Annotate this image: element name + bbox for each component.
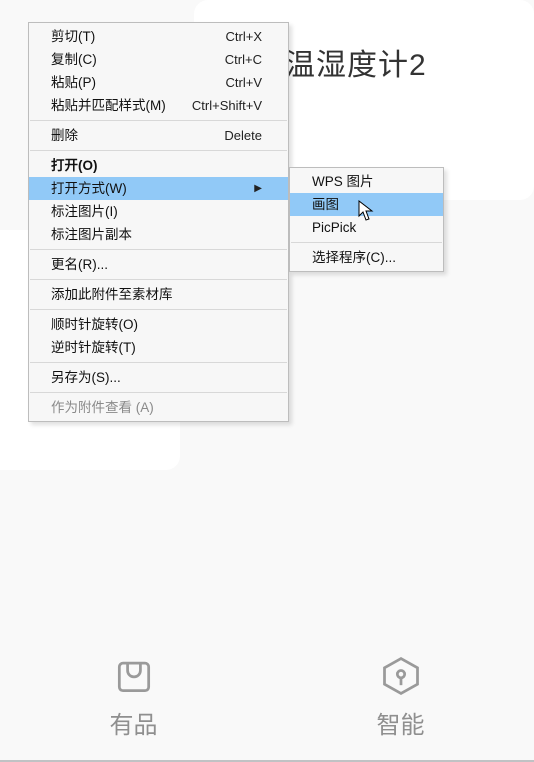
bag-icon: [112, 654, 156, 701]
menu-copy[interactable]: 复制(C) Ctrl+C: [29, 48, 288, 71]
menu-open-with[interactable]: 打开方式(W) ▶: [29, 177, 288, 200]
menu-separator: [30, 120, 287, 121]
menu-add-to-library[interactable]: 添加此附件至素材库: [29, 283, 288, 306]
menu-view-as-attachment: 作为附件查看 (A): [29, 396, 288, 419]
nav-item-zhineng[interactable]: 智能: [377, 654, 425, 740]
shortcut: Delete: [224, 127, 262, 144]
bottom-nav: 有品 智能: [0, 654, 534, 740]
device-title: 温湿度计2: [285, 40, 427, 84]
shortcut: Ctrl+Shift+V: [192, 97, 262, 114]
menu-separator: [30, 279, 287, 280]
menu-paste-match-style[interactable]: 粘贴并匹配样式(M) Ctrl+Shift+V: [29, 94, 288, 117]
menu-rotate-cw[interactable]: 顺时针旋转(O): [29, 313, 288, 336]
menu-save-as[interactable]: 另存为(S)...: [29, 366, 288, 389]
nav-label-youpin: 有品: [110, 705, 158, 740]
menu-rotate-ccw[interactable]: 逆时针旋转(T): [29, 336, 288, 359]
menu-annotate-image[interactable]: 标注图片(I): [29, 200, 288, 223]
menu-annotate-copy[interactable]: 标注图片副本: [29, 223, 288, 246]
context-menu[interactable]: 剪切(T) Ctrl+X 复制(C) Ctrl+C 粘贴(P) Ctrl+V 粘…: [28, 22, 289, 422]
menu-separator: [30, 362, 287, 363]
menu-delete[interactable]: 删除 Delete: [29, 124, 288, 147]
menu-separator: [30, 392, 287, 393]
menu-separator: [30, 150, 287, 151]
menu-rename[interactable]: 更名(R)...: [29, 253, 288, 276]
menu-paste[interactable]: 粘贴(P) Ctrl+V: [29, 71, 288, 94]
shortcut: Ctrl+V: [226, 74, 262, 91]
menu-separator: [30, 309, 287, 310]
open-with-submenu[interactable]: WPS 图片 画图 PicPick 选择程序(C)...: [289, 167, 444, 272]
nav-label-zhineng: 智能: [377, 705, 425, 740]
chevron-right-icon: ▶: [254, 180, 262, 197]
hexagon-icon: [379, 654, 423, 701]
menu-separator: [291, 242, 442, 243]
menu-separator: [30, 249, 287, 250]
submenu-choose-program[interactable]: 选择程序(C)...: [290, 246, 443, 269]
submenu-picpick[interactable]: PicPick: [290, 216, 443, 239]
shortcut: Ctrl+C: [225, 51, 262, 68]
menu-cut[interactable]: 剪切(T) Ctrl+X: [29, 25, 288, 48]
nav-item-youpin[interactable]: 有品: [110, 654, 158, 740]
submenu-paint[interactable]: 画图: [290, 193, 443, 216]
shortcut: Ctrl+X: [226, 28, 262, 45]
submenu-wps-image[interactable]: WPS 图片: [290, 170, 443, 193]
menu-open[interactable]: 打开(O): [29, 154, 288, 177]
